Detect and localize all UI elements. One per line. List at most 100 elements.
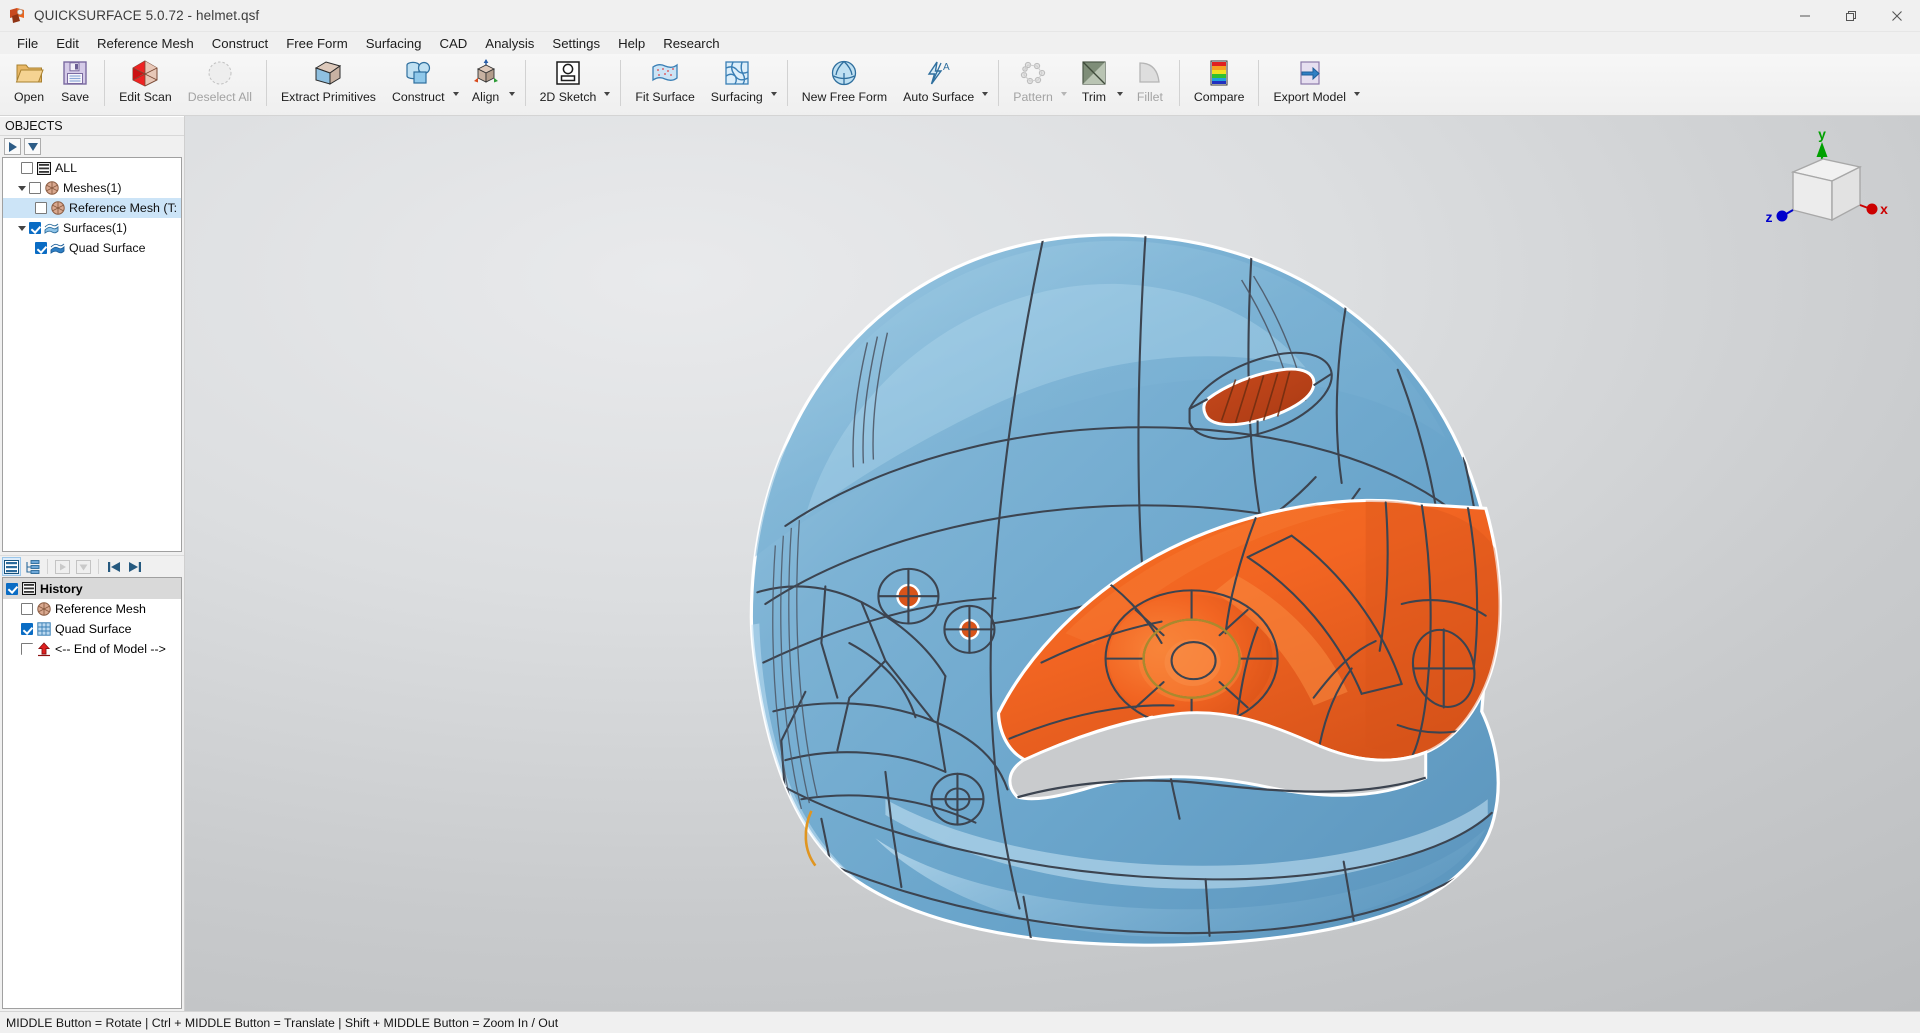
history-checkbox-all[interactable] — [6, 582, 18, 595]
toolbar-button-export-model[interactable]: Export Model — [1265, 54, 1353, 112]
maximize-restore-button[interactable] — [1828, 0, 1874, 32]
toolbar-button-trim[interactable]: Trim — [1071, 54, 1117, 112]
history-checkbox-reference-mesh[interactable] — [21, 603, 33, 615]
menu-help[interactable]: Help — [609, 34, 654, 53]
toolbar-button-compare[interactable]: Compare — [1186, 54, 1253, 112]
all-list-icon — [21, 582, 36, 596]
history-header-row[interactable]: History — [3, 578, 181, 599]
toolbar-button-deselect-all[interactable]: Deselect All — [180, 54, 260, 112]
menu-construct[interactable]: Construct — [203, 34, 277, 53]
toolbar-button-surfacing[interactable]: Surfacing — [703, 54, 771, 112]
history-filter-button[interactable] — [74, 557, 93, 576]
menu-settings[interactable]: Settings — [543, 34, 609, 53]
toolbar-label-pattern: Pattern — [1013, 90, 1053, 104]
align-axes-cube-icon — [471, 58, 501, 88]
end-of-model-arrow-icon — [36, 641, 51, 656]
menu-analysis[interactable]: Analysis — [476, 34, 543, 53]
history-checkbox-end-of-model[interactable] — [21, 643, 33, 655]
mesh-hexagon-icon — [130, 58, 160, 88]
tree-row-all[interactable]: ALL — [3, 158, 181, 178]
menu-edit[interactable]: Edit — [47, 34, 88, 53]
folder-open-icon — [15, 58, 44, 88]
history-row-reference-mesh[interactable]: Reference Mesh — [3, 599, 181, 619]
svg-text:A: A — [943, 62, 950, 73]
tree-checkbox-quad-surface[interactable] — [35, 242, 47, 254]
menu-file[interactable]: File — [8, 34, 47, 53]
history-list-view-button[interactable] — [2, 557, 21, 576]
collapse-all-button[interactable] — [24, 138, 41, 155]
toolbar-dropdown-auto-surface[interactable] — [982, 54, 992, 112]
view-orientation-cube[interactable]: y x z — [1760, 126, 1890, 241]
tree-checkbox-reference-mesh[interactable] — [35, 202, 47, 214]
surfacing-curves-icon — [723, 58, 751, 88]
toolbar-dropdown-surfacing[interactable] — [770, 54, 781, 112]
menu-surfacing[interactable]: Surfacing — [357, 34, 431, 53]
toolbar-dropdown-construct[interactable] — [452, 54, 463, 112]
tree-checkbox-surfaces[interactable] — [29, 222, 41, 234]
toolbar-dropdown-2d-sketch[interactable] — [604, 54, 614, 112]
history-last-button[interactable] — [125, 557, 144, 576]
toolbar-dropdown-pattern[interactable] — [1060, 54, 1071, 112]
close-button[interactable] — [1874, 0, 1920, 32]
toolbar-dropdown-align[interactable] — [508, 54, 519, 112]
auto-surface-lightning-icon: A — [924, 58, 954, 88]
y-axis-arrow — [1816, 142, 1828, 157]
toolbar-button-fillet[interactable]: Fillet — [1127, 54, 1173, 112]
tree-checkbox-meshes[interactable] — [29, 182, 41, 194]
minimize-button[interactable] — [1782, 0, 1828, 32]
history-row-quad-surface[interactable]: Quad Surface — [3, 619, 181, 639]
menu-reference-mesh[interactable]: Reference Mesh — [88, 34, 203, 53]
history-checkbox-quad-surface[interactable] — [21, 623, 33, 635]
toolbar-button-fit-surface[interactable]: Fit Surface — [627, 54, 702, 112]
toolbar-button-construct[interactable]: Construct — [384, 54, 453, 112]
toolbar-button-auto-surface[interactable]: A Auto Surface — [895, 54, 982, 112]
tree-label-all: ALL — [55, 161, 78, 175]
toolbar-button-2d-sketch[interactable]: 2D Sketch — [532, 54, 605, 112]
history-toolbar-separator — [98, 559, 99, 574]
toolbar-label-export-model: Export Model — [1273, 90, 1346, 104]
tree-expander-surfaces[interactable] — [15, 225, 29, 231]
3d-viewport[interactable]: y x z — [185, 116, 1920, 1011]
status-bar: MIDDLE Button = Rotate | Ctrl + MIDDLE B… — [0, 1011, 1920, 1033]
history-first-button[interactable] — [104, 557, 123, 576]
history-panel-toolbar — [0, 555, 184, 577]
toolbar-group-sketch: 2D Sketch — [532, 54, 615, 116]
toolbar-dropdown-export-model[interactable] — [1353, 54, 1364, 112]
toolbar-separator — [620, 60, 622, 106]
toolbar-button-align[interactable]: Align — [463, 54, 509, 112]
tree-row-quad-surface[interactable]: Quad Surface — [3, 238, 181, 258]
tree-row-surfaces[interactable]: Surfaces(1) — [3, 218, 181, 238]
toolbar-button-new-free-form[interactable]: New Free Form — [794, 54, 895, 112]
toolbar-button-save[interactable]: Save — [52, 54, 98, 112]
tree-hierarchy-icon — [25, 559, 39, 574]
x-axis-marker — [1866, 203, 1878, 215]
x-axis-label: x — [1880, 201, 1888, 217]
toolbar-dropdown-trim[interactable] — [1116, 54, 1127, 112]
extract-primitives-box-icon — [312, 58, 344, 88]
toolbar-button-open[interactable]: Open — [6, 54, 52, 112]
history-play-button[interactable] — [53, 557, 72, 576]
tree-label-reference-mesh: Reference Mesh (T: — [69, 201, 178, 215]
tree-expander-meshes[interactable] — [15, 185, 29, 191]
history-row-end-of-model[interactable]: <-- End of Model --> — [3, 639, 181, 659]
history-panel[interactable]: History Reference Mesh Quad Surface <-- … — [2, 577, 182, 1009]
expand-all-button[interactable] — [4, 138, 21, 155]
toolbar-button-extract-primitives[interactable]: Extract Primitives — [273, 54, 384, 112]
history-tree-view-button[interactable] — [23, 557, 42, 576]
menu-research[interactable]: Research — [654, 34, 728, 53]
toolbar-button-edit-scan[interactable]: Edit Scan — [111, 54, 180, 112]
tree-row-reference-mesh[interactable]: Reference Mesh (T: — [3, 198, 181, 218]
objects-tree[interactable]: ALL Meshes(1) Reference Mesh (T: Surface… — [2, 157, 182, 552]
menu-cad[interactable]: CAD — [430, 34, 476, 53]
helmet-quad-surface-model[interactable] — [185, 116, 1920, 1011]
tree-checkbox-all[interactable] — [21, 162, 33, 174]
toolbar-group-surface: Fit Surface Surfacing — [627, 54, 780, 116]
toolbar-label-construct: Construct — [391, 90, 445, 104]
toolbar-button-pattern[interactable]: Pattern — [1005, 54, 1061, 112]
menu-free-form[interactable]: Free Form — [277, 34, 357, 53]
toolbar-label-deselect-all: Deselect All — [187, 90, 252, 104]
tree-label-surfaces: Surfaces(1) — [63, 221, 128, 235]
mesh-icon — [50, 201, 65, 215]
toolbar-group-edit-tools: Pattern Trim Fillet — [1005, 54, 1173, 116]
tree-row-meshes[interactable]: Meshes(1) — [3, 178, 181, 198]
